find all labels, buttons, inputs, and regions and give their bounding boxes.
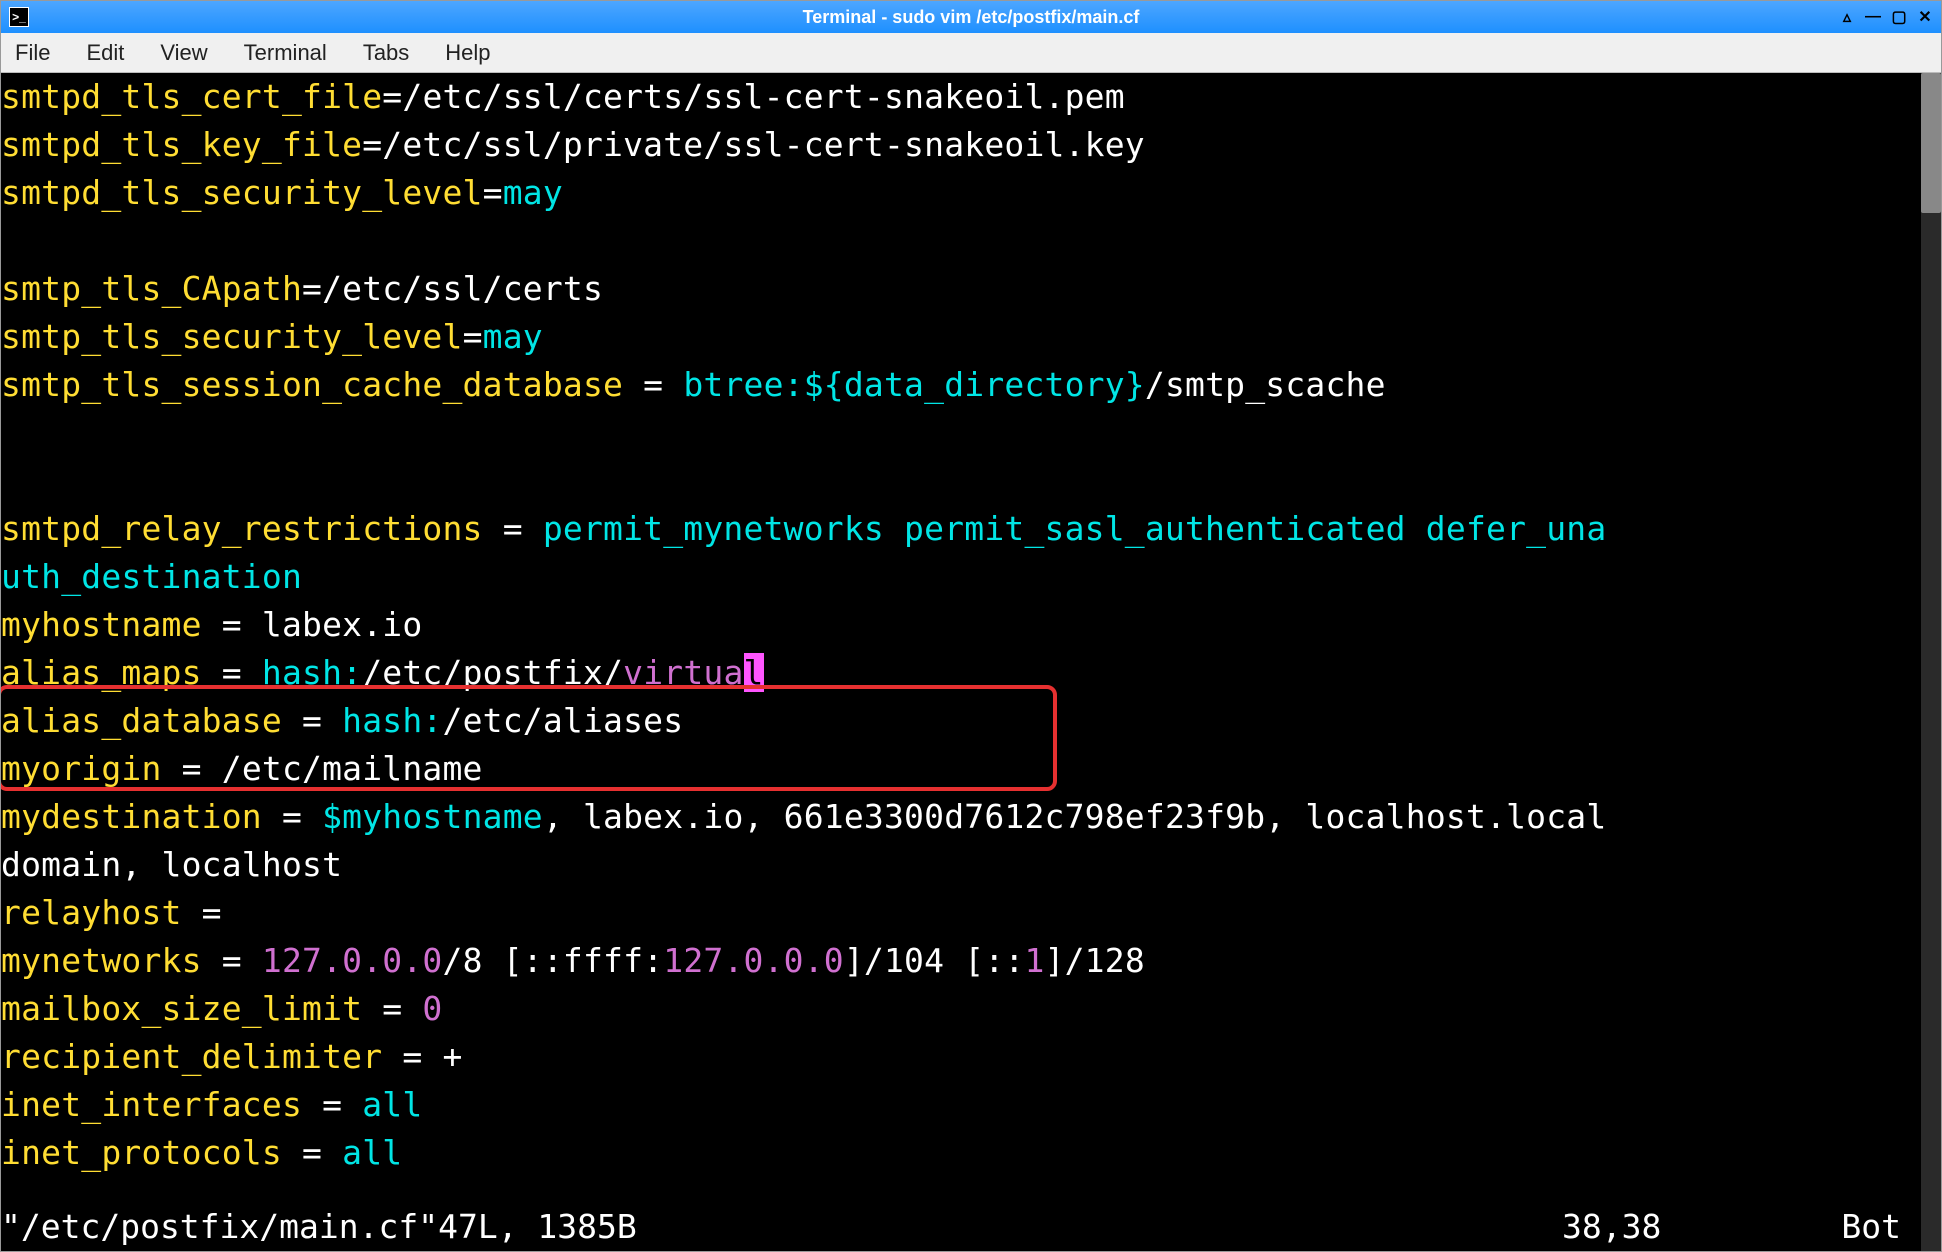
status-filename: "/etc/postfix/main.cf" [1, 1203, 438, 1251]
vim-status-line: "/etc/postfix/main.cf" 47L, 1385B 38,38 … [1, 1203, 1941, 1251]
status-position: 38,38 [1562, 1203, 1661, 1251]
minimize-icon[interactable]: — [1863, 7, 1883, 27]
terminal-body[interactable]: smtpd_tls_cert_file=/etc/ssl/certs/ssl-c… [1, 73, 1941, 1251]
close-icon[interactable]: ✕ [1915, 7, 1935, 27]
menu-tabs[interactable]: Tabs [359, 38, 413, 68]
terminal-app-icon: >_ [9, 7, 29, 27]
status-fileinfo: 47L, 1385B [438, 1203, 637, 1251]
window-title: Terminal - sudo vim /etc/postfix/main.cf [803, 7, 1140, 28]
window-controls: ▵ — ▢ ✕ [1837, 7, 1935, 27]
menubar: File Edit View Terminal Tabs Help [1, 33, 1941, 73]
menu-terminal[interactable]: Terminal [240, 38, 331, 68]
scrollbar-track[interactable] [1921, 73, 1941, 1251]
terminal-window: >_ Terminal - sudo vim /etc/postfix/main… [0, 0, 1942, 1252]
editor-content[interactable]: smtpd_tls_cert_file=/etc/ssl/certs/ssl-c… [1, 73, 1941, 1177]
menu-edit[interactable]: Edit [82, 38, 128, 68]
menu-help[interactable]: Help [441, 38, 494, 68]
scrollbar-thumb[interactable] [1921, 73, 1941, 213]
menu-view[interactable]: View [156, 38, 211, 68]
titlebar[interactable]: >_ Terminal - sudo vim /etc/postfix/main… [1, 1, 1941, 33]
shade-icon[interactable]: ▵ [1837, 7, 1857, 27]
maximize-icon[interactable]: ▢ [1889, 7, 1909, 27]
status-scroll: Bot [1841, 1203, 1901, 1251]
menu-file[interactable]: File [11, 38, 54, 68]
